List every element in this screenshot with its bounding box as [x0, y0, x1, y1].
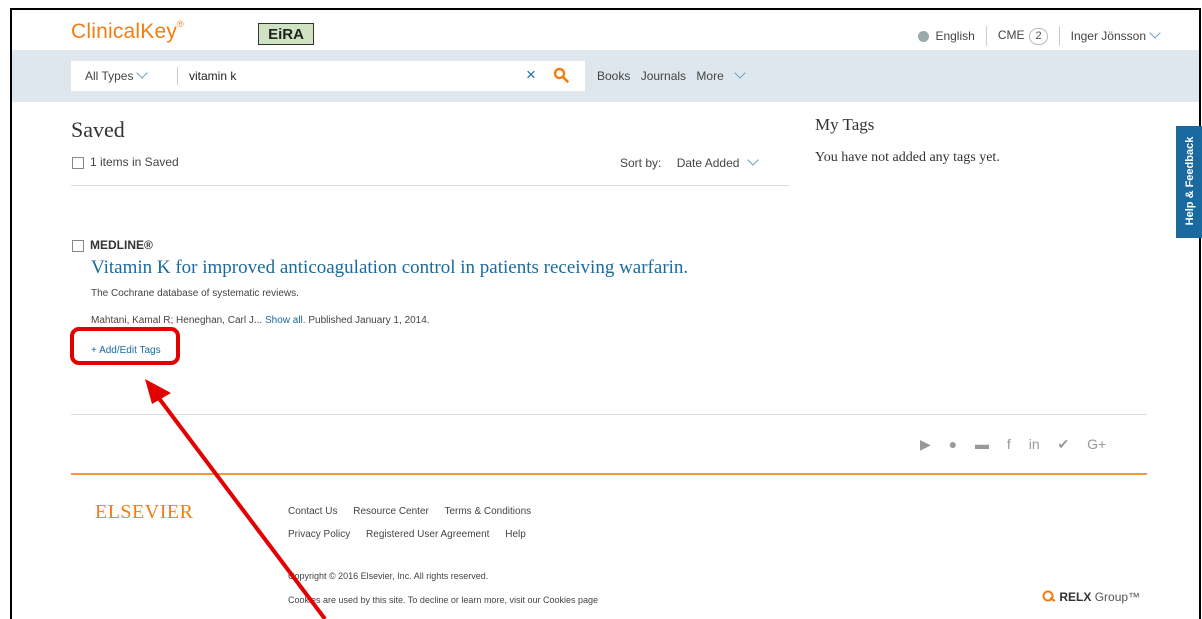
chevron-down-icon [136, 67, 149, 79]
browser-frame: ClinicalKey® EiRA English CME 2 Inger Jön… [10, 8, 1201, 619]
show-all-link[interactable]: Show all. [265, 315, 306, 326]
chevron-down-icon [747, 154, 760, 166]
search-box: All Types vitamin k × [71, 61, 585, 91]
user-menu[interactable]: Inger Jönsson [1070, 27, 1161, 43]
top-bar: ClinicalKey® EiRA English CME 2 Inger Jön… [12, 10, 1199, 50]
checkbox-icon[interactable] [72, 156, 84, 169]
result-source: MEDLINE® [72, 238, 153, 252]
relx-logo-icon [1042, 590, 1056, 602]
search-icon[interactable] [553, 67, 569, 83]
search-bar: All Types vitamin k × Books Journals Mor… [12, 50, 1199, 102]
search-input[interactable]: vitamin k [189, 69, 236, 83]
linkedin-icon[interactable]: in [1029, 436, 1040, 452]
chevron-down-icon [1149, 27, 1161, 39]
nav-more-label: More [696, 69, 724, 83]
saved-count: 1 items in Saved [90, 155, 179, 169]
select-all[interactable]: 1 items in Saved [72, 155, 179, 169]
footer-links-row2: Privacy Policy Registered User Agreement… [288, 529, 539, 540]
footer-divider [71, 473, 1147, 475]
sort-dropdown[interactable]: Date Added [676, 154, 760, 170]
rss-icon[interactable]: ▬ [975, 436, 989, 452]
footer-link-privacy[interactable]: Privacy Policy [288, 529, 350, 540]
help-feedback-label: Help & Feedback [1184, 136, 1196, 226]
result-title-link[interactable]: Vitamin K for improved anticoagulation c… [91, 257, 711, 279]
type-value: All Types [85, 69, 134, 83]
sort-label: Sort by: [620, 156, 662, 170]
published-date: Published January 1, 2014. [308, 315, 430, 326]
divider [177, 67, 178, 85]
user-name: Inger Jönsson [1070, 29, 1146, 43]
google-plus-icon[interactable]: G+ [1087, 436, 1106, 452]
footer-link-help[interactable]: Help [505, 529, 526, 540]
cme-link[interactable]: CME 2 [997, 27, 1048, 45]
page-title: Saved [71, 117, 125, 142]
copyright: Copyright © 2016 Elsevier, Inc. All righ… [288, 571, 489, 581]
help-feedback-tab[interactable]: Help & Feedback [1176, 126, 1202, 238]
relx-suffix: Group™ [1094, 590, 1141, 604]
cookies-notice: Cookies are used by this site. To declin… [288, 595, 598, 605]
relx-logo[interactable]: RELX Group™ [1042, 590, 1140, 604]
result-journal: The Cochrane database of systematic revi… [91, 288, 299, 299]
annotation-highlight-box [70, 327, 180, 365]
video-icon[interactable]: ▶ [920, 436, 931, 452]
nav-more[interactable]: More [696, 67, 750, 83]
clear-icon[interactable]: × [526, 65, 536, 85]
divider [71, 414, 1147, 415]
divider [1058, 26, 1060, 46]
type-dropdown[interactable]: All Types [85, 67, 149, 83]
globe-icon [918, 30, 930, 42]
twitter-icon[interactable]: ✔ [1058, 436, 1070, 452]
footer-link-resource-center[interactable]: Resource Center [353, 506, 429, 517]
sort-value: Date Added [676, 156, 740, 170]
chevron-down-icon [734, 67, 746, 79]
divider [985, 26, 987, 46]
author-list: Mahtani, Kamal R; Heneghan, Carl J... [91, 315, 263, 326]
footer-links-row1: Contact Us Resource Center Terms & Condi… [288, 506, 544, 517]
nav-journals[interactable]: Journals [641, 69, 686, 83]
logo-text: ClinicalKey [71, 20, 178, 43]
footer-link-terms[interactable]: Terms & Conditions [444, 506, 531, 517]
my-tags-title: My Tags [815, 115, 875, 134]
facebook-icon[interactable]: f [1007, 436, 1011, 452]
my-tags-empty: You have not added any tags yet. [815, 150, 1000, 165]
footer-link-user-agreement[interactable]: Registered User Agreement [366, 529, 489, 540]
language-selector[interactable]: English [935, 29, 974, 43]
elsevier-logo[interactable]: ELSEVIER [95, 501, 193, 524]
source-label: MEDLINE® [90, 238, 153, 252]
checkbox-icon[interactable] [72, 239, 84, 252]
top-right-menu: English CME 2 Inger Jönsson [918, 26, 1161, 46]
clinicalkey-logo[interactable]: ClinicalKey® [71, 19, 184, 44]
social-links: ▶ ● ▬ f in ✔ G+ [920, 436, 1120, 453]
nav-books[interactable]: Books [597, 69, 630, 83]
eira-badge[interactable]: EiRA [258, 23, 314, 45]
browse-nav: Books Journals More [597, 67, 758, 83]
footer-link-contact[interactable]: Contact Us [288, 506, 337, 517]
cme-count-badge: 2 [1029, 27, 1048, 45]
sort-control: Sort by: Date Added [620, 154, 760, 170]
logo-mark: ® [177, 19, 184, 29]
divider [71, 185, 789, 186]
result-authors: Mahtani, Kamal R; Heneghan, Carl J... Sh… [91, 315, 430, 326]
apple-icon[interactable]: ● [949, 436, 957, 452]
cme-label: CME [997, 27, 1025, 42]
relx-text: RELX [1059, 590, 1092, 604]
